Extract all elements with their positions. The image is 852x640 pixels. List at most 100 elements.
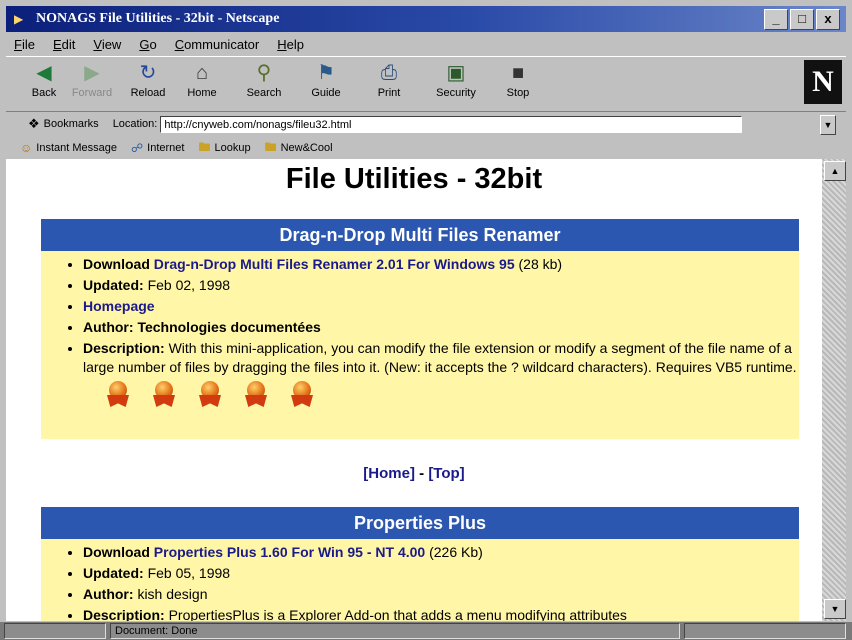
description-text: With this mini-application, you can modi… [83, 340, 797, 375]
print-icon: ⎙ [381, 62, 397, 84]
print-label: Print [377, 87, 401, 99]
updated-value: Feb 05, 1998 [147, 565, 231, 581]
instant-message-icon: ☺ [20, 141, 33, 155]
internet-button[interactable]: ☍ Internet [131, 141, 184, 155]
navigation-toolbar: ◀ Back ▶ Forward ↻ Reload ⌂ Home ⚲ Searc… [6, 56, 846, 112]
section-heading: Properties Plus [41, 507, 799, 539]
updated-label: Updated: [83, 565, 144, 581]
details-list: Download Properties Plus 1.60 For Win 95… [41, 543, 799, 621]
reload-button[interactable]: ↻ Reload [118, 59, 178, 99]
rating-ribbons [41, 379, 799, 411]
folder-icon: 🖿 [264, 139, 277, 154]
reload-icon: ↻ [139, 62, 157, 84]
author-value: Technologies documentées [137, 319, 321, 335]
instant-message-button[interactable]: ☺ Instant Message [20, 141, 117, 155]
guide-label: Guide [311, 87, 341, 99]
lookup-label: Lookup [214, 142, 251, 154]
author-label: Author: [83, 586, 134, 602]
bookmarks-icon[interactable]: ❖ [28, 116, 40, 132]
lookup-button[interactable]: 🖿 Lookup [198, 138, 250, 159]
menu-bar: File Edit View Go Communicator Help [6, 33, 846, 55]
download-size: (226 Kb) [429, 544, 483, 560]
download-item: Download Properties Plus 1.60 For Win 95… [83, 543, 799, 562]
forward-button[interactable]: ▶ Forward [62, 59, 122, 99]
window-title: NONAGS File Utilities - 32bit - Netscape [36, 11, 280, 26]
search-button[interactable]: ⚲ Search [234, 59, 294, 99]
download-item: Download Drag-n-Drop Multi Files Renamer… [83, 255, 799, 274]
stop-label: Stop [506, 87, 530, 99]
nav-separator: - [414, 465, 429, 482]
location-label: Location: [112, 118, 158, 130]
scroll-down-icon[interactable]: ▼ [824, 599, 846, 619]
page-nav-links: [Home] - [Top] [6, 465, 822, 482]
status-indicator [4, 623, 106, 639]
search-label: Search [246, 87, 282, 99]
bookmarks-button[interactable]: Bookmarks [44, 118, 99, 130]
description-label: Description: [83, 340, 165, 356]
netscape-app-icon: ▶ [14, 12, 24, 26]
security-button[interactable]: ▣ Security [426, 59, 486, 99]
title-bar: ▶ NONAGS File Utilities - 32bit - Netsca… [6, 6, 846, 32]
download-link[interactable]: Properties Plus 1.60 For Win 95 - NT 4.0… [154, 544, 425, 560]
minimize-button[interactable]: _ [764, 9, 788, 30]
rating-ribbon-icon [289, 381, 315, 409]
menu-communicator[interactable]: Communicator [175, 37, 260, 52]
author-item: Author: kish design [83, 585, 799, 604]
updated-value: Feb 02, 1998 [147, 277, 231, 293]
menu-help[interactable]: Help [277, 37, 304, 52]
window-controls: _ □ x [764, 9, 840, 30]
home-label: Home [187, 87, 217, 99]
maximize-button[interactable]: □ [790, 9, 814, 30]
menu-go[interactable]: Go [139, 37, 156, 52]
netscape-logo-icon[interactable]: N [804, 60, 842, 104]
description-text: PropertiesPlus is a Explorer Add-on that… [168, 607, 627, 621]
forward-arrow-icon: ▶ [84, 62, 100, 84]
newcool-button[interactable]: 🖿 New&Cool [265, 138, 333, 159]
folder-icon: 🖿 [198, 139, 211, 154]
download-label: Download [83, 544, 150, 560]
page-title: File Utilities - 32bit [285, 163, 543, 195]
internet-icon: ☍ [130, 141, 144, 155]
instant-message-label: Instant Message [36, 142, 117, 154]
home-button[interactable]: ⌂ Home [172, 59, 232, 99]
menu-view[interactable]: View [93, 37, 121, 52]
scroll-up-icon[interactable]: ▲ [824, 161, 846, 181]
top-link[interactable]: [Top] [428, 465, 464, 482]
rating-ribbon-icon [151, 381, 177, 409]
reload-label: Reload [130, 87, 166, 99]
rating-ribbon-icon [243, 381, 269, 409]
location-input[interactable]: http://cnyweb.com/nonags/fileu32.html [160, 115, 743, 133]
stop-icon: ■ [511, 62, 525, 84]
menu-file[interactable]: File [14, 37, 35, 52]
security-label: Security [436, 87, 476, 99]
stop-button[interactable]: ■ Stop [488, 59, 548, 99]
vertical-scrollbar[interactable]: ▲ ▼ [822, 159, 846, 621]
section-multi-files-renamer: Drag-n-Drop Multi Files Renamer Download… [41, 219, 799, 439]
internet-label: Internet [147, 142, 185, 154]
section-properties-plus: Properties Plus Download Properties Plus… [41, 507, 799, 621]
home-icon: ⌂ [195, 62, 209, 84]
description-item: Description: With this mini-application,… [83, 339, 799, 377]
status-text: Document: Done [110, 623, 680, 639]
homepage-link[interactable]: Homepage [83, 298, 155, 314]
browser-window: ▶ NONAGS File Utilities - 32bit - Netsca… [0, 0, 852, 640]
guide-icon: ⚑ [317, 62, 335, 84]
description-label: Description: [83, 607, 165, 621]
description-item: Description: PropertiesPlus is a Explore… [83, 606, 799, 621]
print-button[interactable]: ⎙ Print [359, 59, 419, 99]
updated-item: Updated: Feb 05, 1998 [83, 564, 799, 583]
lock-icon: ▣ [446, 62, 466, 84]
location-bar: ❖ Bookmarks Location: http://cnyweb.com/… [6, 111, 846, 137]
newcool-label: New&Cool [280, 142, 333, 154]
updated-label: Updated: [83, 277, 144, 293]
close-button[interactable]: x [816, 9, 840, 30]
author-label: Author: [83, 319, 134, 335]
section-heading: Drag-n-Drop Multi Files Renamer [41, 219, 799, 251]
location-dropdown-icon[interactable]: ▼ [820, 115, 836, 135]
menu-edit[interactable]: Edit [53, 37, 75, 52]
status-bar: Document: Done [0, 622, 852, 640]
download-link[interactable]: Drag-n-Drop Multi Files Renamer 2.01 For… [154, 256, 515, 272]
status-component-bar [684, 623, 846, 639]
guide-button[interactable]: ⚑ Guide [296, 59, 356, 99]
home-link[interactable]: [Home] [363, 465, 415, 482]
